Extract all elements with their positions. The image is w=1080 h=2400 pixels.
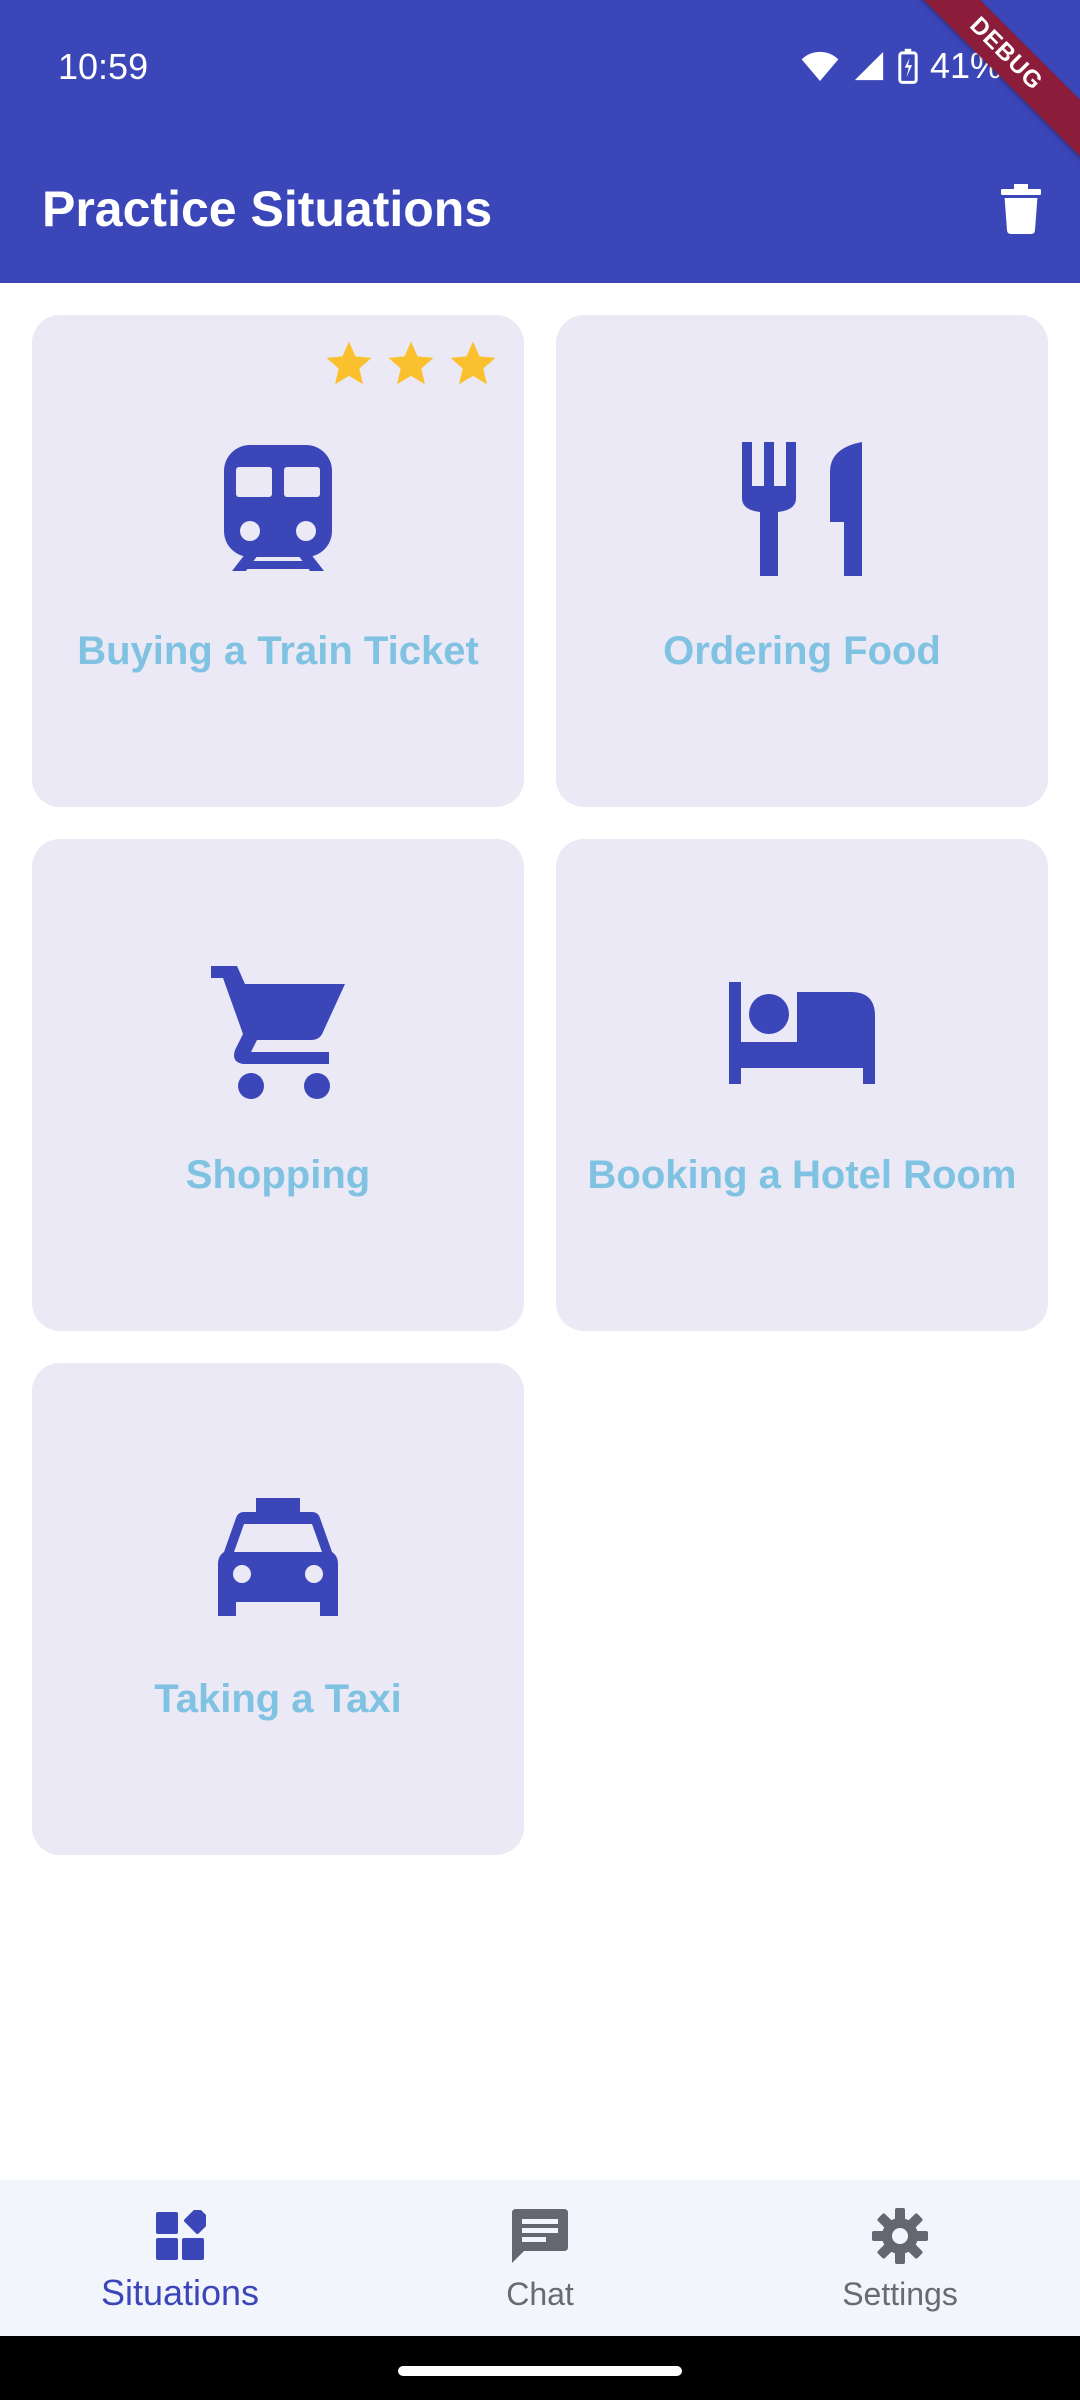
status-icons: 41% (800, 44, 1002, 88)
trash-icon (1001, 184, 1041, 234)
bottom-navigation: Situations Chat Settings (0, 2180, 1080, 2336)
nav-label: Settings (842, 2276, 958, 2312)
settings-icon (868, 2204, 932, 2268)
page-title: Practice Situations (42, 181, 493, 237)
restaurant-icon (722, 429, 882, 589)
situation-card-hotel-room[interactable]: Booking a Hotel Room (556, 839, 1048, 1331)
situation-label: Booking a Hotel Room (587, 1153, 1017, 1197)
star-icon (326, 341, 372, 385)
train-icon (198, 429, 358, 589)
nav-item-situations[interactable]: Situations (0, 2180, 360, 2336)
situation-label: Taking a Taxi (154, 1677, 402, 1721)
wifi-icon (801, 51, 839, 81)
nav-item-chat[interactable]: Chat (360, 2180, 720, 2336)
chat-icon (508, 2204, 572, 2268)
situation-label: Ordering Food (663, 629, 941, 673)
taxi-icon (198, 1477, 358, 1637)
situation-card-train-ticket[interactable]: Buying a Train Ticket (32, 315, 524, 807)
nav-label: Situations (100, 2272, 260, 2313)
situation-card-taxi[interactable]: Taking a Taxi (32, 1363, 524, 1855)
shopping-cart-icon (198, 953, 358, 1113)
battery-icon (898, 48, 918, 84)
home-gesture-handle[interactable] (398, 2366, 682, 2376)
situation-card-ordering-food[interactable]: Ordering Food (556, 315, 1048, 807)
widgets-icon (148, 2204, 212, 2268)
star-icon (450, 341, 496, 385)
star-rating (322, 337, 500, 391)
bed-icon (722, 953, 882, 1113)
situation-card-shopping[interactable]: Shopping (32, 839, 524, 1331)
situation-label: Shopping (185, 1153, 371, 1197)
app-bar: 10:59 41% DEBUG Practice Situations (0, 0, 1080, 283)
signal-icon (854, 51, 884, 81)
nav-item-settings[interactable]: Settings (720, 2180, 1080, 2336)
situation-label: Buying a Train Ticket (77, 629, 479, 673)
star-icon (388, 341, 434, 385)
situations-grid: Buying a Train Ticket Ordering Food Shop… (32, 315, 1048, 1855)
delete-button[interactable] (988, 176, 1054, 242)
nav-label: Chat (506, 2276, 574, 2312)
status-time: 10:59 (58, 46, 149, 87)
